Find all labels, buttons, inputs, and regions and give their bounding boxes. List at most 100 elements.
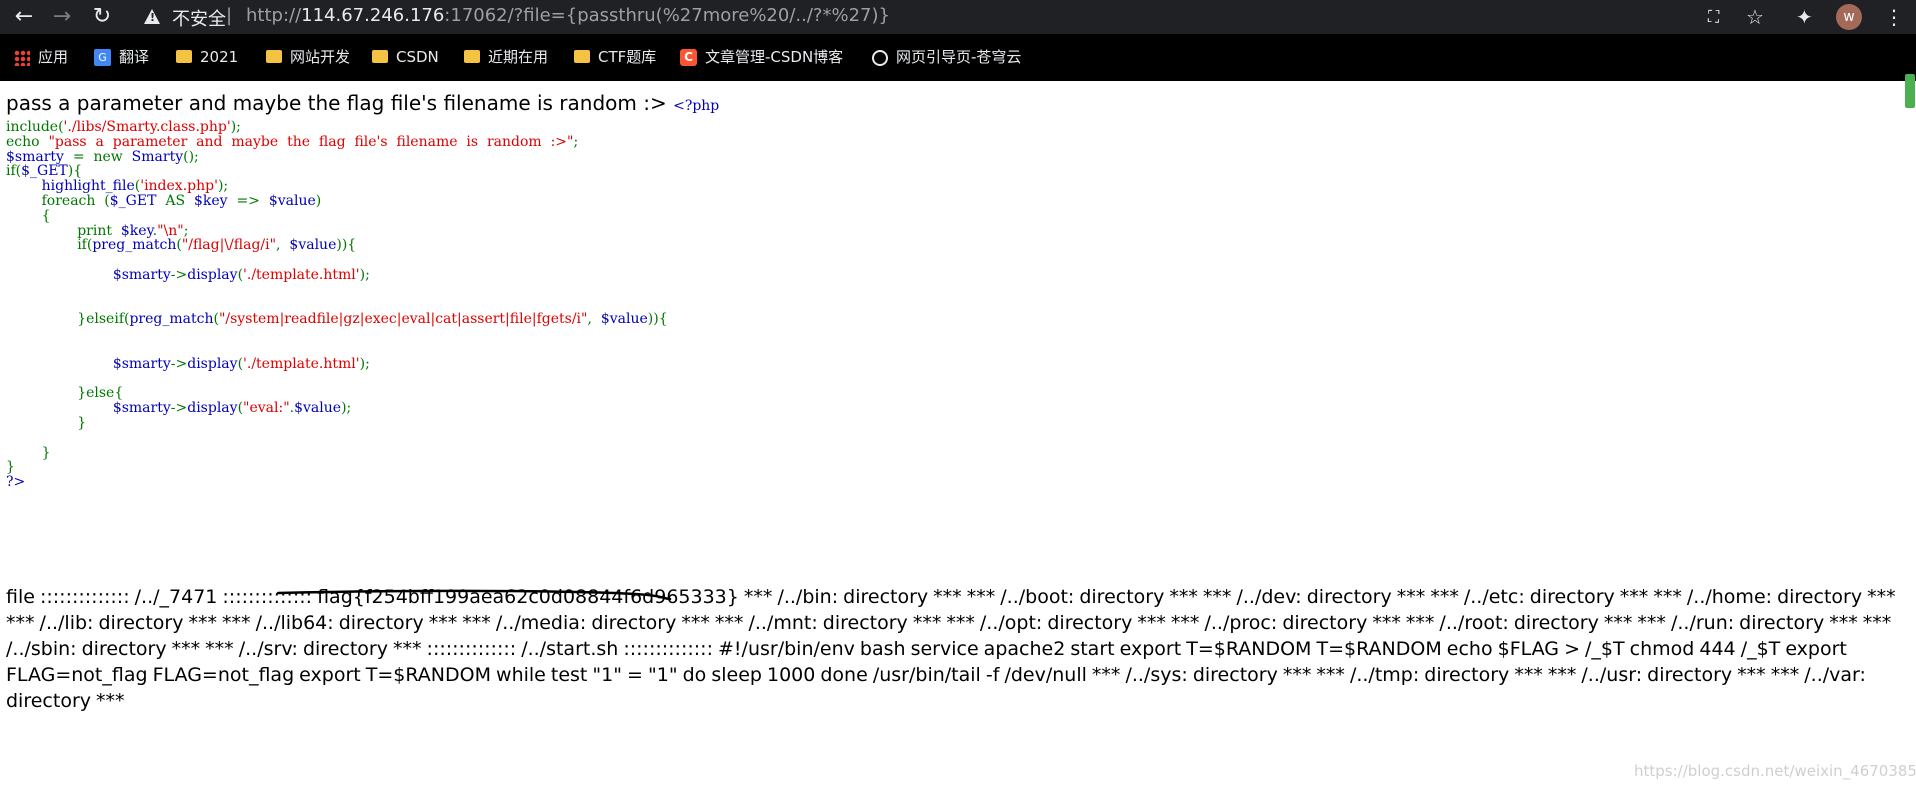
- globe-icon: [872, 49, 888, 66]
- code-line: if(preg_match("/flag|\/flag/i", $value))…: [6, 236, 356, 254]
- code-token: display: [187, 355, 238, 372]
- php-open-tag: <?php: [673, 98, 719, 114]
- output-prefix: file :::::::::::::: /../_7471 ::::::::::…: [6, 586, 318, 608]
- code-line: }elseif(preg_match("/system|readfile|gz|…: [6, 310, 668, 328]
- page-content: pass a parameter and maybe the flag file…: [6, 90, 1896, 712]
- intro-text: pass a parameter and maybe the flag file…: [6, 91, 667, 115]
- code-token: './template.html': [243, 267, 360, 283]
- bookmark-folder-web-dev[interactable]: 网站开发: [266, 46, 350, 68]
- code-line: $smarty->display('./template.html');: [6, 266, 370, 284]
- apps-icon: [14, 49, 30, 66]
- code-token: <?php: [673, 98, 720, 114]
- code-line: foreach ($_GET AS $key => $value): [6, 192, 322, 210]
- forward-arrow-icon[interactable]: →: [48, 3, 76, 31]
- code-token: AS: [165, 193, 194, 209]
- code-token: ;: [573, 133, 579, 150]
- handdrawn-underline: [276, 589, 672, 601]
- code-token: $value: [600, 311, 648, 328]
- code-token: $key: [193, 193, 237, 209]
- bookmarks-bar: 应用 G 翻译 2021 网站开发 CSDN 近期在用 CTF题库 C 文章管理-C…: [0, 34, 1916, 108]
- url-scheme: http://: [246, 5, 302, 26]
- code-token: }elseif(: [6, 311, 130, 328]
- folder-icon: [574, 50, 590, 63]
- url-separator: |: [226, 5, 233, 26]
- code-token: './template.html': [243, 355, 360, 372]
- not-secure-warning-icon[interactable]: [144, 9, 160, 24]
- bookmark-label: 近期在用: [488, 48, 549, 66]
- code-token: $smarty: [112, 400, 171, 417]
- code-token: $smarty: [112, 267, 171, 283]
- code-token: }: [6, 415, 87, 431]
- bookmark-label: 2021: [200, 48, 239, 66]
- code-token: ,: [587, 311, 601, 328]
- bookmark-label: 文章管理-CSDN博客: [705, 48, 844, 66]
- bookmark-folder-recent[interactable]: 近期在用: [464, 46, 548, 68]
- intro-line: pass a parameter and maybe the flag file…: [6, 90, 1896, 116]
- code-token: )){: [647, 311, 668, 328]
- bookmark-csdn-articles[interactable]: C 文章管理-CSDN博客: [680, 46, 843, 68]
- code-token: );: [359, 355, 370, 372]
- bookmark-folder-ctf[interactable]: CTF题库: [574, 46, 656, 68]
- code-token: ): [315, 193, 322, 209]
- code-token: )){: [336, 237, 357, 254]
- code-token: ,: [276, 237, 290, 254]
- code-token: =>: [236, 193, 269, 209]
- bookmark-star-icon[interactable]: ☆: [1746, 5, 1764, 29]
- back-arrow-icon[interactable]: ←: [10, 3, 38, 31]
- folder-icon: [266, 50, 282, 63]
- code-token: ->: [170, 355, 188, 372]
- code-token: );: [341, 400, 352, 417]
- extensions-puzzle-icon[interactable]: ✦: [1796, 5, 1813, 29]
- bookmark-label: 网页引导页-苍穹云: [896, 48, 1022, 66]
- code-token: $value: [289, 237, 337, 254]
- code-token: "/system|readfile|gz|exec|eval|cat|asser…: [218, 311, 588, 328]
- code-token: $smarty: [112, 355, 171, 372]
- bookmark-label: CTF题库: [598, 48, 657, 66]
- code-token: $_GET: [109, 193, 166, 209]
- url-host: 114.67.246.176: [301, 5, 445, 26]
- bookmark-cangqiong[interactable]: 网页引导页-苍穹云: [872, 46, 1021, 68]
- code-line: }: [6, 414, 86, 432]
- code-token: display: [187, 400, 238, 417]
- code-token: preg_match: [92, 237, 177, 254]
- bookmark-folder-2021[interactable]: 2021: [176, 46, 238, 68]
- command-output: file :::::::::::::: /../_7471 ::::::::::…: [6, 584, 1898, 714]
- url-text[interactable]: http://114.67.246.176:17062/?file={passt…: [246, 5, 890, 26]
- code-token: ->: [170, 400, 188, 417]
- code-token: $value: [294, 400, 342, 417]
- reload-icon[interactable]: ↻: [88, 3, 116, 31]
- watermark: https://blog.csdn.net/weixin_46703850: [1634, 762, 1916, 780]
- code-token: Smarty: [131, 148, 184, 165]
- bookmark-label: CSDN: [396, 48, 439, 66]
- bookmark-label: 应用: [38, 48, 69, 66]
- code-token: preg_match: [129, 311, 214, 328]
- code-token: ();: [183, 148, 199, 165]
- bookmark-folder-csdn[interactable]: CSDN: [372, 46, 439, 68]
- menu-kebab-icon[interactable]: ⋮: [1884, 5, 1904, 29]
- folder-icon: [464, 50, 480, 63]
- code-token: );: [359, 267, 370, 283]
- bookmark-translate[interactable]: G 翻译: [94, 46, 149, 68]
- scroll-indicator: [1905, 74, 1915, 108]
- google-translate-icon: G: [94, 49, 111, 66]
- profile-avatar[interactable]: w: [1836, 4, 1862, 30]
- folder-icon: [176, 50, 192, 63]
- code-line: $smarty->display('./template.html');: [6, 355, 370, 373]
- bookmark-label: 网站开发: [290, 48, 351, 66]
- browser-toolbar: ← → ↻ 不安全 | http://114.67.246.176:17062/…: [0, 0, 1916, 34]
- address-bar[interactable]: 不安全 | http://114.67.246.176:17062/?file=…: [126, 0, 1686, 34]
- security-label[interactable]: 不安全: [172, 5, 226, 31]
- code-token: ?>: [6, 474, 26, 491]
- bookmark-apps[interactable]: 应用: [14, 46, 68, 68]
- code-token: $value: [268, 193, 316, 209]
- translate-page-icon[interactable]: ⛶: [1708, 5, 1719, 29]
- code-token: display: [187, 267, 238, 283]
- code-line: ?>: [6, 473, 25, 491]
- bookmark-label: 翻译: [119, 48, 150, 66]
- code-token: "eval:": [243, 400, 290, 417]
- code-token: "/flag|\/flag/i": [181, 237, 277, 254]
- code-token: ->: [170, 267, 188, 283]
- url-path: :17062/?file={passthru(%27more%20/../?*%…: [444, 5, 890, 26]
